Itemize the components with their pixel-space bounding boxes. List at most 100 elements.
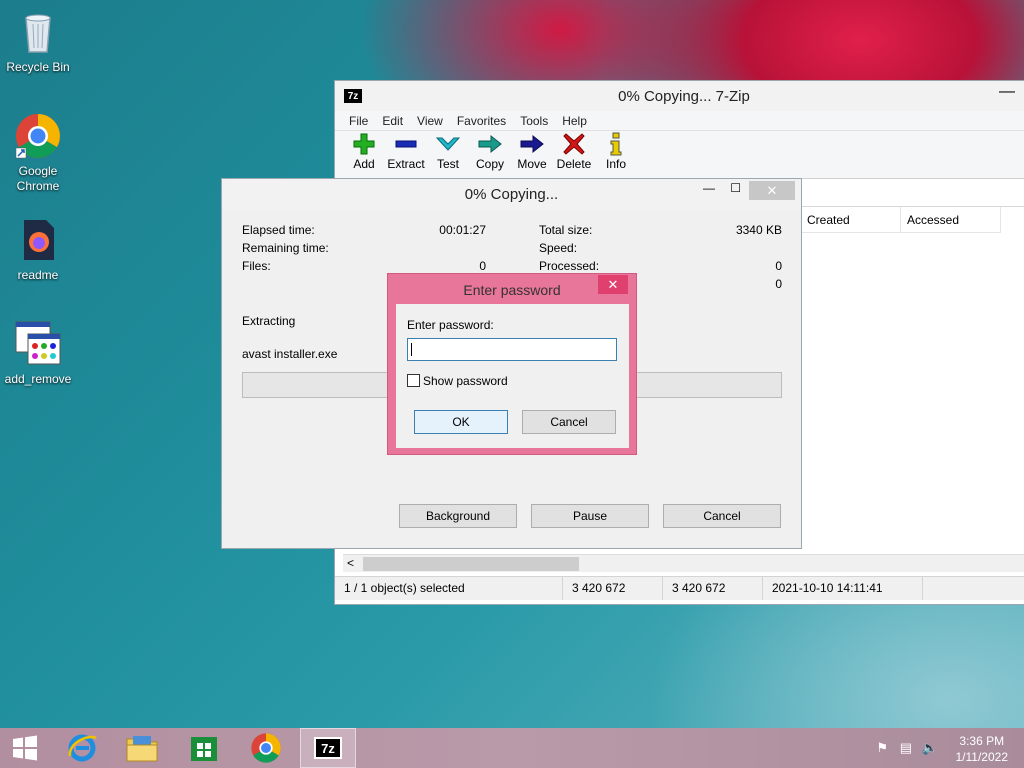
start-button[interactable]: [0, 728, 50, 768]
menu-file[interactable]: File: [342, 111, 375, 130]
extra-value: 0: [775, 277, 782, 291]
ok-button[interactable]: OK: [414, 410, 508, 434]
elapsed-value: 00:01:27: [439, 223, 486, 237]
pause-button[interactable]: Pause: [531, 504, 649, 528]
cancel-button[interactable]: Cancel: [663, 504, 781, 528]
menu-bar: File Edit View Favorites Tools Help: [335, 111, 1024, 131]
recycle-bin-icon: [14, 8, 62, 56]
speed-label: Speed:: [539, 241, 578, 255]
file-explorer-taskbar-button[interactable]: [114, 728, 170, 768]
programs-window-icon: [14, 320, 62, 368]
remaining-label: Remaining time:: [242, 241, 329, 255]
main-window-title: 0% Copying... 7-Zip: [618, 88, 750, 105]
move-arrow-icon: [511, 131, 553, 157]
firefox-document-icon: [14, 216, 62, 264]
minimize-icon[interactable]: —: [703, 181, 715, 195]
show-password-label[interactable]: Show password: [423, 374, 508, 388]
enter-password-dialog: Enter password ✕ Enter password: Show pa…: [387, 273, 637, 455]
recycle-bin-label: Recycle Bin: [6, 60, 70, 74]
7zip-taskbar-button[interactable]: 7z: [300, 728, 356, 768]
processed-value: 0: [775, 259, 782, 273]
close-icon[interactable]: ✕: [598, 275, 628, 294]
files-label: Files:: [242, 259, 271, 273]
status-size: 3 420 672: [563, 577, 663, 600]
column-headers: Created Accessed: [801, 207, 1001, 233]
show-password-checkbox[interactable]: [407, 374, 420, 387]
test-button[interactable]: Test: [427, 131, 469, 178]
minimize-button[interactable]: —: [999, 83, 1015, 101]
network-icon[interactable]: ▤: [900, 740, 912, 756]
desktop-icon-readme[interactable]: readme: [0, 216, 76, 283]
info-label: Info: [605, 157, 626, 171]
password-dialog-body: Enter password: Show password OK Cancel: [396, 304, 629, 448]
check-icon: [427, 131, 469, 157]
extract-button[interactable]: Extract: [385, 131, 427, 178]
copy-button[interactable]: Copy: [469, 131, 511, 178]
clock-time: 3:36 PM: [959, 734, 1005, 748]
column-accessed[interactable]: Accessed: [901, 207, 1001, 232]
toolbar: Add Extract Test Copy Move Delete Info: [335, 131, 1024, 179]
readme-label: readme: [17, 268, 59, 282]
info-icon: [595, 131, 637, 157]
scroll-left-icon[interactable]: <: [347, 556, 354, 570]
add-label: Add: [353, 157, 375, 171]
chrome-icon: [14, 112, 62, 160]
cancel-button[interactable]: Cancel: [522, 410, 616, 434]
add-remove-label: add_remove: [4, 372, 72, 386]
extract-label: Extract: [387, 157, 425, 171]
menu-tools[interactable]: Tools: [513, 111, 555, 130]
horizontal-scrollbar[interactable]: <: [343, 554, 1024, 572]
desktop-icon-add-remove[interactable]: add_remove: [0, 320, 76, 387]
menu-edit[interactable]: Edit: [375, 111, 410, 130]
delete-button[interactable]: Delete: [553, 131, 595, 178]
maximize-icon[interactable]: ☐: [730, 181, 741, 195]
copy-label: Copy: [475, 157, 504, 171]
address-bar-fragment: [801, 181, 1024, 207]
total-size-label: Total size:: [539, 223, 593, 237]
password-titlebar[interactable]: Enter password ✕: [388, 274, 636, 302]
folder-icon: [126, 736, 158, 762]
7zip-app-icon: 7z: [314, 737, 342, 759]
chrome-taskbar-button[interactable]: [238, 728, 294, 768]
total-size-value: 3340 KB: [735, 223, 782, 237]
plus-icon: [343, 131, 385, 157]
background-button[interactable]: Background: [399, 504, 517, 528]
processed-label: Processed:: [539, 259, 600, 273]
close-icon[interactable]: ✕: [749, 181, 795, 200]
current-file: avast installer.exe: [242, 347, 338, 361]
desktop-icon-google-chrome[interactable]: Google Chrome: [0, 112, 76, 194]
move-label: Move: [517, 157, 547, 171]
text-caret: [411, 343, 412, 356]
status-packed-size: 3 420 672: [663, 577, 763, 600]
internet-explorer-icon: [68, 734, 97, 762]
test-label: Test: [436, 157, 459, 171]
password-input[interactable]: [407, 338, 617, 361]
taskbar: 7z ⚑ ▤ 🔈 3:36 PM 1/11/2022: [0, 728, 1024, 768]
internet-explorer-taskbar-button[interactable]: [54, 728, 110, 768]
scroll-thumb[interactable]: [363, 557, 579, 571]
store-icon: [191, 737, 217, 761]
column-created[interactable]: Created: [801, 207, 901, 232]
status-modified: 2021-10-10 14:11:41: [763, 577, 923, 600]
menu-help[interactable]: Help: [555, 111, 594, 130]
add-button[interactable]: Add: [343, 131, 385, 178]
move-button[interactable]: Move: [511, 131, 553, 178]
elapsed-label: Elapsed time:: [242, 223, 315, 237]
clock-date: 1/11/2022: [955, 750, 1009, 764]
info-button[interactable]: Info: [595, 131, 637, 178]
chrome-label: Google Chrome: [16, 164, 60, 193]
flag-icon[interactable]: ⚑: [876, 740, 888, 756]
copy-arrow-icon: [469, 131, 511, 157]
chrome-icon: [251, 733, 281, 763]
operation-label: Extracting: [242, 314, 296, 328]
clock[interactable]: 3:36 PM 1/11/2022: [956, 733, 1009, 765]
store-taskbar-button[interactable]: [176, 728, 232, 768]
desktop-icon-recycle-bin[interactable]: Recycle Bin: [0, 8, 76, 75]
progress-titlebar[interactable]: 0% Copying... — ☐ ✕: [222, 179, 801, 209]
menu-view[interactable]: View: [410, 111, 450, 130]
volume-muted-icon[interactable]: 🔈: [922, 740, 938, 756]
main-titlebar[interactable]: 7z 0% Copying... 7-Zip —: [335, 81, 1024, 111]
menu-favorites[interactable]: Favorites: [450, 111, 513, 130]
status-bar: 1 / 1 object(s) selected 3 420 672 3 420…: [335, 576, 1024, 600]
minus-icon: [385, 131, 427, 157]
